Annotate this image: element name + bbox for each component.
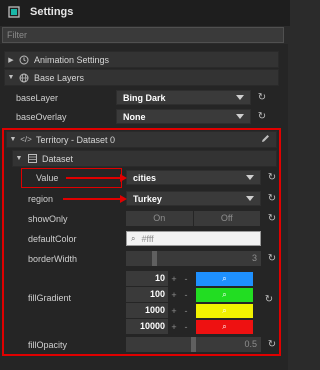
value-value: cities (133, 172, 157, 183)
section-title: Base Layers (34, 72, 85, 83)
chevron-right-icon: ▶ (8, 56, 14, 64)
slider-handle[interactable] (191, 337, 196, 352)
row-baselayer: baseLayer Bing Dark ↻ (10, 89, 280, 106)
gradient-stop-color[interactable]: ⌕ (196, 271, 253, 286)
gradient-stop-value[interactable]: 1000 (126, 303, 168, 318)
gradient-stop-row: 10 + - ⌕ (126, 271, 261, 286)
gradient-stop-value[interactable]: 10 (126, 271, 168, 286)
row-baseoverlay: baseOverlay None ↻ (10, 108, 280, 125)
fillgradient-label: fillGradient (28, 293, 72, 303)
chevron-down-icon (246, 175, 254, 180)
defaultcolor-input[interactable]: ⌕ #fff (126, 231, 261, 246)
section-title: Territory - Dataset 0 (36, 134, 116, 145)
reset-icon[interactable]: ↻ (255, 91, 269, 105)
add-stop-button[interactable]: + (168, 322, 180, 332)
slider-handle[interactable] (152, 251, 157, 266)
region-select[interactable]: Turkey (126, 191, 261, 206)
gradient-stop-value[interactable]: 10000 (126, 319, 168, 334)
filter-input[interactable]: Filter (2, 27, 284, 43)
showonly-label: showOnly (28, 213, 68, 224)
row-showonly: showOnly On Off ↻ (16, 210, 280, 227)
chevron-down-icon: ▼ (15, 155, 23, 162)
annotation-arrow (66, 174, 127, 182)
section-base-layers[interactable]: ▼ Base Layers (4, 69, 279, 86)
globe-icon (17, 73, 31, 83)
row-region: region Turkey ↻ (16, 190, 280, 207)
reset-icon[interactable]: ↻ (262, 292, 276, 306)
reset-icon[interactable]: ↻ (265, 212, 279, 226)
gradient-stop-color[interactable]: ⌕ (196, 287, 253, 302)
reset-icon[interactable]: ↻ (265, 171, 279, 185)
clock-icon (17, 55, 31, 65)
eyedropper-icon[interactable]: ⌕ (131, 234, 135, 244)
chevron-down-icon (246, 196, 254, 201)
add-stop-button[interactable]: + (168, 290, 180, 300)
reset-icon[interactable]: ↻ (265, 252, 279, 266)
defaultcolor-label: defaultColor (28, 233, 77, 244)
eyedropper-icon[interactable]: ⌕ (222, 322, 226, 332)
baseoverlay-select[interactable]: None (116, 109, 251, 124)
borderwidth-label: borderWidth (28, 253, 78, 264)
row-borderwidth: borderWidth 3 ↻ (16, 250, 280, 267)
value-select[interactable]: cities (126, 170, 261, 185)
defaultcolor-value: #fff (141, 233, 154, 244)
section-territory[interactable]: ▼ </> Territory - Dataset 0 (6, 131, 277, 148)
code-icon: </> (20, 135, 32, 144)
baselayer-label: baseLayer (16, 92, 59, 103)
fillgradient-list: 10 + - ⌕ 100 + - ⌕ 1000 + - ⌕ 10000 + - ⌕ (126, 271, 261, 335)
gradient-stop-row: 1000 + - ⌕ (126, 303, 261, 318)
chevron-down-icon: ▼ (7, 74, 15, 81)
eyedropper-icon[interactable]: ⌕ (222, 274, 226, 284)
fillopacity-value: 0.5 (244, 339, 257, 349)
toggle-off-button[interactable]: Off (193, 211, 260, 226)
reset-icon[interactable]: ↻ (265, 338, 279, 352)
gradient-stop-color[interactable]: ⌕ (196, 319, 253, 334)
chevron-down-icon (236, 95, 244, 100)
chevron-down-icon: ▼ (9, 136, 17, 143)
showonly-toggle[interactable]: On Off (126, 211, 261, 226)
chevron-down-icon (236, 114, 244, 119)
remove-stop-button[interactable]: - (180, 274, 192, 284)
row-defaultcolor: defaultColor ⌕ #fff (16, 230, 280, 247)
annotation-arrow (63, 195, 127, 203)
gradient-stop-row: 10000 + - ⌕ (126, 319, 261, 334)
add-stop-button[interactable]: + (168, 306, 180, 316)
baseoverlay-label: baseOverlay (16, 111, 67, 122)
section-title: Dataset (42, 153, 74, 164)
eyedropper-icon[interactable]: ⌕ (222, 306, 226, 316)
toggle-on-button[interactable]: On (126, 211, 193, 226)
gradient-stop-value[interactable]: 100 (126, 287, 168, 302)
panel-icon (7, 5, 21, 19)
reset-icon[interactable]: ↻ (265, 192, 279, 206)
row-value: Value cities ↻ (16, 169, 280, 186)
baseoverlay-value: None (123, 111, 146, 122)
scrollbar[interactable] (280, 44, 288, 370)
add-stop-button[interactable]: + (168, 274, 180, 284)
region-value: Turkey (133, 193, 162, 204)
fillopacity-slider[interactable]: 0.5 (126, 337, 261, 352)
baselayer-select[interactable]: Bing Dark (116, 90, 251, 105)
reset-icon[interactable]: ↻ (255, 110, 269, 124)
edit-icon[interactable] (261, 134, 270, 145)
section-title: Animation Settings (34, 54, 110, 65)
section-animation-settings[interactable]: ▶ Animation Settings (4, 51, 279, 68)
gradient-stop-row: 100 + - ⌕ (126, 287, 261, 302)
remove-stop-button[interactable]: - (180, 322, 192, 332)
remove-stop-button[interactable]: - (180, 290, 192, 300)
remove-stop-button[interactable]: - (180, 306, 192, 316)
section-dataset[interactable]: ▼ Dataset (12, 150, 277, 167)
table-icon (25, 154, 39, 163)
gradient-stop-color[interactable]: ⌕ (196, 303, 253, 318)
eyedropper-icon[interactable]: ⌕ (222, 290, 226, 300)
settings-title: Settings (30, 6, 74, 18)
borderwidth-value: 3 (251, 253, 257, 263)
baselayer-value: Bing Dark (123, 92, 166, 103)
row-fillopacity: fillOpacity 0.5 ↻ (16, 336, 280, 353)
fillopacity-label: fillOpacity (28, 339, 68, 350)
borderwidth-slider[interactable]: 3 (126, 251, 261, 266)
